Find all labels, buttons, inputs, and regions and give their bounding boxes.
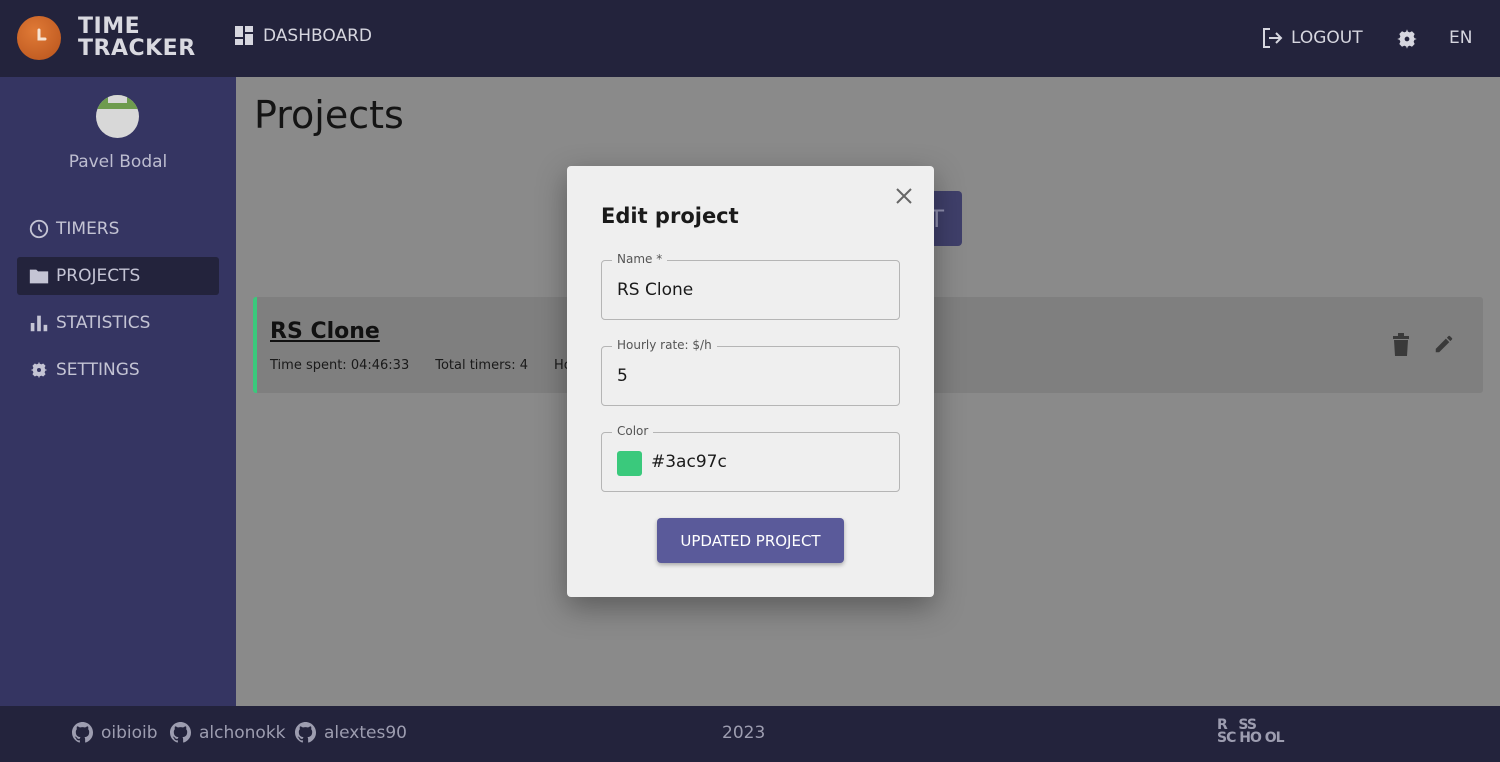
edit-project-modal: Edit project Name * RS Clone Hourly rate… (567, 166, 934, 597)
color-field-label: Color (612, 424, 654, 438)
dashboard-link[interactable]: DASHBOARD (235, 26, 372, 46)
name-field-label: Name * (612, 252, 668, 266)
app-logo-text[interactable]: TIME TRACKER (78, 16, 196, 60)
avatar[interactable] (96, 95, 139, 138)
app-logo-icon[interactable] (17, 16, 61, 60)
sidebar-item-label: SETTINGS (56, 360, 140, 380)
logout-icon (1263, 28, 1283, 48)
github-icon (170, 722, 191, 743)
github-username: alextes90 (324, 722, 407, 743)
project-name-link[interactable]: RS Clone (270, 319, 380, 344)
language-selector[interactable]: EN (1449, 28, 1472, 48)
name-field-value: RS Clone (617, 280, 694, 300)
folder-icon (29, 269, 49, 284)
footer-year: 2023 (722, 723, 766, 743)
github-link-oibioib[interactable]: oibioib (72, 722, 158, 743)
sidebar-item-projects[interactable]: PROJECTS (17, 257, 219, 295)
theme-settings-icon[interactable] (1394, 26, 1420, 56)
username: Pavel Bodal (68, 152, 168, 172)
sidebar-item-label: STATISTICS (56, 313, 151, 333)
rs-school-logo[interactable]: R SS SC HO OL (1217, 718, 1285, 745)
delete-icon[interactable] (1391, 333, 1411, 361)
github-icon (72, 722, 93, 743)
project-meta: Time spent: 04:46:33 Total timers: 4 Hou… (270, 358, 589, 373)
logout-button[interactable]: LOGOUT (1260, 26, 1363, 50)
github-link-alextes90[interactable]: alextes90 (295, 722, 407, 743)
logout-label: LOGOUT (1291, 28, 1363, 48)
modal-title: Edit project (601, 204, 739, 228)
gear-icon (30, 361, 48, 379)
bar-chart-icon (30, 315, 48, 332)
total-timers: Total timers: 4 (435, 358, 529, 373)
sidebar-item-statistics[interactable]: STATISTICS (17, 304, 219, 342)
logo-text-line2: TRACKER (78, 36, 196, 61)
sidebar-item-timers[interactable]: TIMERS (17, 210, 219, 248)
dashboard-icon (235, 26, 253, 45)
sidebar-item-settings[interactable]: SETTINGS (17, 351, 219, 389)
github-username: alchonokk (199, 722, 286, 743)
update-project-button[interactable]: UPDATED PROJECT (657, 518, 844, 563)
color-field-value: #3ac97c (651, 452, 727, 472)
time-spent: Time spent: 04:46:33 (270, 358, 410, 373)
clock-icon (29, 219, 49, 239)
dashboard-label: DASHBOARD (263, 26, 372, 46)
color-swatch[interactable] (617, 451, 642, 476)
sidebar-item-label: PROJECTS (56, 266, 141, 286)
hourly-rate-field[interactable]: Hourly rate: $/h 5 (601, 338, 900, 406)
github-username: oibioib (101, 722, 158, 743)
sidebar-item-label: TIMERS (56, 219, 120, 239)
color-field[interactable]: Color #3ac97c (601, 424, 900, 492)
edit-icon[interactable] (1433, 333, 1455, 359)
github-link-alchonokk[interactable]: alchonokk (170, 722, 286, 743)
name-field[interactable]: Name * RS Clone (601, 252, 900, 320)
page-title: Projects (254, 93, 404, 137)
hourly-rate-label: Hourly rate: $/h (612, 338, 717, 352)
close-icon[interactable] (894, 186, 914, 206)
github-icon (295, 722, 316, 743)
hourly-rate-value: 5 (617, 366, 628, 386)
logo-text-line1: TIME (78, 14, 141, 39)
